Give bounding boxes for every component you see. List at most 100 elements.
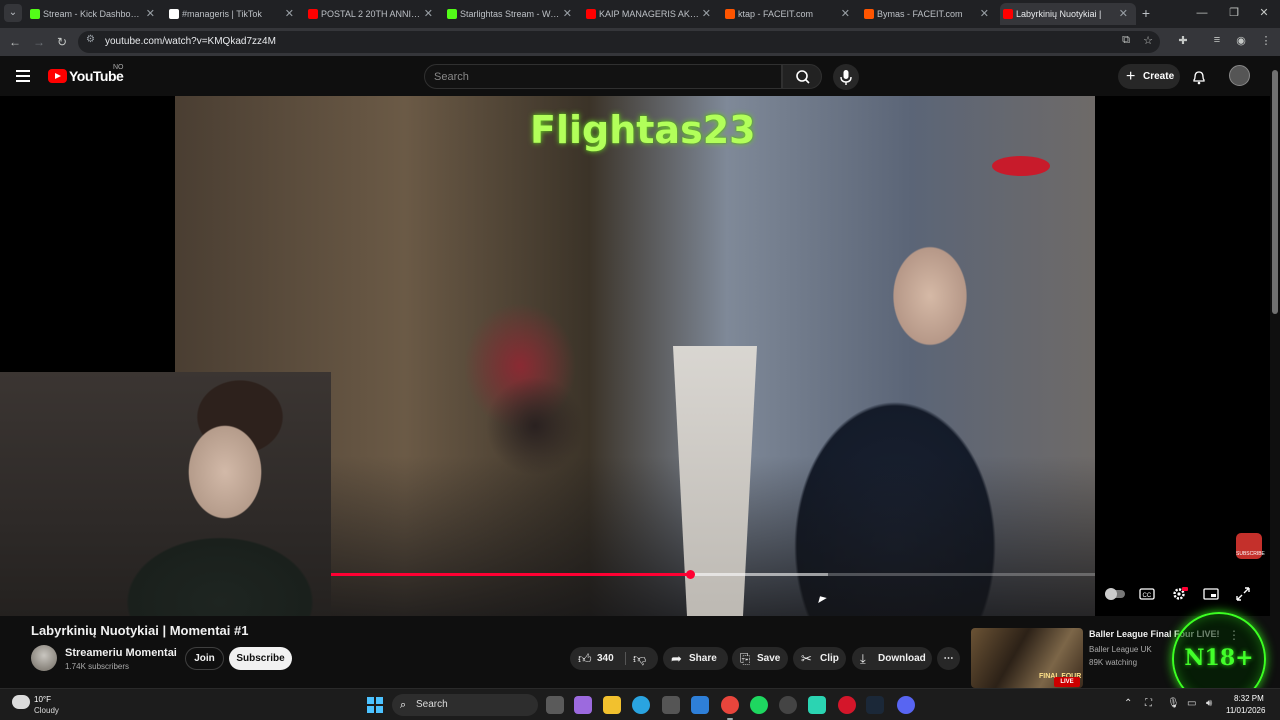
forward-button[interactable]: → <box>30 33 48 51</box>
clock-time[interactable]: 8:32 PM <box>1234 694 1264 703</box>
close-window-button[interactable]: ✕ <box>1252 4 1276 22</box>
recommended-watching-count: 89K watching <box>1089 658 1138 667</box>
file-explorer-icon[interactable] <box>603 696 621 714</box>
like-count[interactable]: 340 <box>597 647 614 670</box>
browser-tab[interactable]: POSTAL 2 20TH ANNIVER ✕ <box>305 3 441 25</box>
browser-menu-icon[interactable]: ⋮ <box>1258 34 1274 47</box>
captions-icon[interactable]: CC <box>1138 585 1156 603</box>
subscribe-watermark[interactable]: SUBSCRIBE <box>1236 533 1265 559</box>
recommended-thumbnail[interactable]: FINAL FOUR LIVE <box>971 628 1083 688</box>
search-input[interactable] <box>434 69 764 84</box>
edge-icon[interactable] <box>632 696 650 714</box>
task-view-icon[interactable] <box>546 696 564 714</box>
weather-cloud-icon[interactable] <box>12 695 30 709</box>
maximize-button[interactable]: ❐ <box>1222 4 1246 22</box>
bookmark-star-icon[interactable]: ☆ <box>1140 34 1156 47</box>
tab-close-icon[interactable]: ✕ <box>424 3 433 25</box>
scrollbar-thumb[interactable] <box>1272 70 1278 314</box>
video-info: Labyrkinių Nuotykiai | Momentai #1 Strea… <box>0 616 1270 688</box>
spotify-icon[interactable] <box>750 696 768 714</box>
tray-overflow-icon[interactable]: ⌃ <box>1124 698 1132 709</box>
tab-favicon-icon <box>169 9 179 19</box>
settings-gear-icon[interactable] <box>1170 585 1188 603</box>
chrome-icon[interactable] <box>721 696 739 720</box>
copilot-icon[interactable] <box>574 696 592 714</box>
create-button[interactable]: + Create <box>1118 64 1180 89</box>
miniplayer-icon[interactable] <box>1202 585 1220 603</box>
steam-icon[interactable] <box>866 696 884 714</box>
tab-close-icon[interactable]: ✕ <box>980 3 989 25</box>
browser-tab[interactable]: Labyrkinių Nuotykiai | ✕ <box>1000 3 1136 25</box>
browser-tab[interactable]: KAIP MANAGERIS AKROP ✕ <box>583 3 719 25</box>
join-button[interactable]: Join <box>185 647 224 670</box>
subscribe-button[interactable]: Subscribe <box>229 647 292 670</box>
notifications-bell-icon[interactable] <box>1191 69 1207 85</box>
opera-icon[interactable] <box>838 696 856 714</box>
tab-close-icon[interactable]: ✕ <box>702 3 711 25</box>
dislike-icon[interactable]: 👎︎ <box>633 647 646 670</box>
country-code: NO <box>113 64 124 71</box>
channel-avatar[interactable] <box>31 645 57 671</box>
tab-close-icon[interactable]: ✕ <box>841 3 850 25</box>
youtube-play-icon <box>48 69 67 83</box>
save-button[interactable]: ⎘ Save <box>732 647 788 670</box>
url-text: youtube.com/watch?v=KMQkad7zz4M <box>105 36 276 47</box>
tray-microphone-icon[interactable]: 🎙︎ <box>1167 698 1180 709</box>
plus-icon: + <box>1126 68 1136 85</box>
install-app-icon[interactable]: ⧉ <box>1118 34 1134 47</box>
tab-favicon-icon <box>308 9 318 19</box>
clock-date[interactable]: 11/01/2026 <box>1226 706 1265 715</box>
taskbar-search[interactable]: ⌕ Search <box>392 694 538 716</box>
site-info-icon[interactable]: ⚙ <box>86 34 95 45</box>
youtube-header: YouTube NO + Create <box>0 56 1280 96</box>
account-avatar[interactable] <box>1229 65 1250 86</box>
browser-tab[interactable]: Stream - Kick Dashboard ✕ <box>27 3 163 25</box>
tab-close-icon[interactable]: ✕ <box>563 3 572 25</box>
tab-close-icon[interactable]: ✕ <box>146 3 155 25</box>
address-bar[interactable]: ⚙ youtube.com/watch?v=KMQkad7zz4M <box>78 31 1160 53</box>
start-button[interactable] <box>367 697 383 713</box>
media-control-icon[interactable]: ≡ <box>1209 34 1225 46</box>
kick-app-icon[interactable] <box>808 696 826 714</box>
autoplay-toggle[interactable] <box>1105 588 1125 600</box>
browser-tab[interactable]: Bymas - FACEIT.com ✕ <box>861 3 997 25</box>
voice-search-button[interactable] <box>833 64 859 90</box>
minimize-button[interactable]: — <box>1190 4 1214 22</box>
like-icon[interactable]: 👍︎ <box>578 647 592 670</box>
weather-temperature[interactable]: 10°F <box>34 695 51 704</box>
more-actions-button[interactable]: ⋯ <box>937 647 960 670</box>
new-tab-button[interactable]: + <box>1137 4 1155 22</box>
reload-button[interactable]: ↻ <box>53 33 71 51</box>
browser-tab[interactable]: #manageris | TikTok ✕ <box>166 3 302 25</box>
fullscreen-icon[interactable] <box>1234 585 1252 603</box>
browser-tab[interactable]: ktap - FACEIT.com ✕ <box>722 3 858 25</box>
progress-bar[interactable] <box>331 570 1095 579</box>
discord-icon[interactable] <box>897 696 915 714</box>
store-icon[interactable] <box>662 696 680 714</box>
tray-volume-icon[interactable]: 🔊︎ <box>1206 698 1212 709</box>
weather-condition[interactable]: Cloudy <box>34 706 59 715</box>
clip-button[interactable]: ✂ Clip <box>793 647 846 670</box>
video-player[interactable]: Flightas23 CC SUBSCRIBE <box>0 96 1270 616</box>
page-scrollbar[interactable] <box>1270 56 1280 688</box>
profile-icon[interactable]: ◉ <box>1233 34 1249 47</box>
tray-network-icon[interactable]: ▭ <box>1187 698 1196 709</box>
channel-name[interactable]: Streameriu Momentai <box>65 647 177 659</box>
share-button[interactable]: ➦ Share <box>663 647 728 670</box>
browser-tab[interactable]: Starlightas Stream - Watc ✕ <box>444 3 580 25</box>
extensions-icon[interactable]: ✚ <box>1175 34 1191 47</box>
tray-app-icon[interactable]: ⛶ <box>1145 698 1152 709</box>
tab-close-icon[interactable]: ✕ <box>285 3 294 25</box>
tab-title: Stream - Kick Dashboard <box>43 9 143 19</box>
guide-menu-icon[interactable] <box>16 70 30 82</box>
progress-scrubber[interactable] <box>686 570 696 579</box>
tab-search-button[interactable]: ⌄ <box>4 4 22 22</box>
recommended-channel[interactable]: Baller League UK <box>1089 645 1152 654</box>
obs-icon[interactable] <box>779 696 797 714</box>
save-bookmark-icon: ⎘ <box>740 651 751 666</box>
outlook-icon[interactable] <box>691 696 709 714</box>
download-button[interactable]: ⤓ Download <box>852 647 932 670</box>
tab-close-icon[interactable]: ✕ <box>1119 3 1128 25</box>
back-button[interactable]: ← <box>6 33 24 51</box>
search-button[interactable] <box>782 64 822 89</box>
